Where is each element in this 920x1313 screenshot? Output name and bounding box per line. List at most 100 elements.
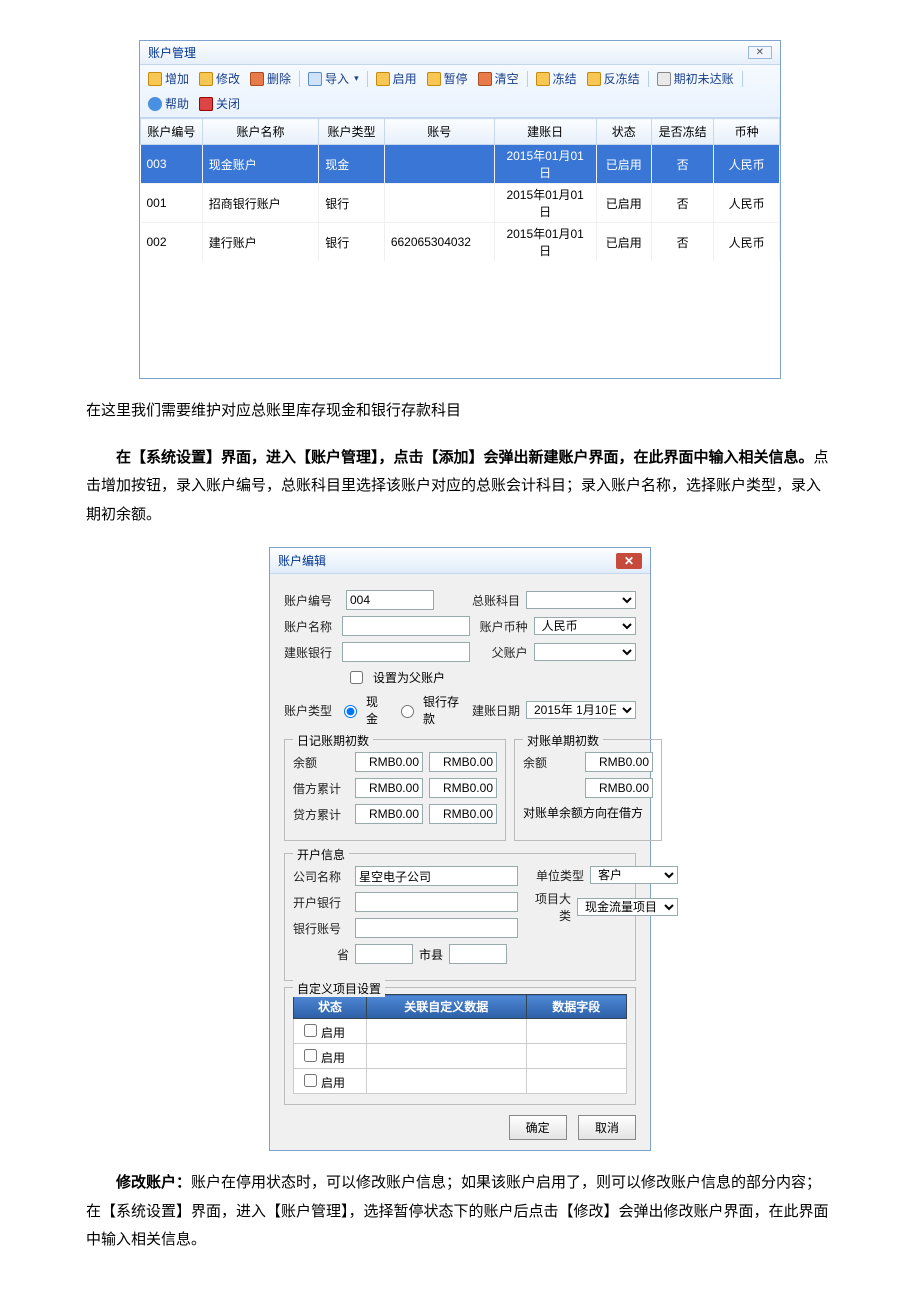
unit-type-select[interactable]: 客户 bbox=[590, 866, 678, 884]
journal-balance-input2[interactable] bbox=[429, 752, 497, 772]
enable-row-chk[interactable] bbox=[304, 1049, 317, 1062]
col-field-hdr: 数据字段 bbox=[526, 995, 626, 1019]
label-bank-acct: 银行账号 bbox=[293, 920, 349, 937]
group-journal: 日记账期初数 余额 借方累计 贷方累计 bbox=[284, 739, 506, 841]
table-row[interactable]: 003现金账户现金2015年01月01日已启用否人民币 bbox=[141, 145, 780, 184]
recon-balance-input[interactable] bbox=[585, 752, 653, 772]
recon-input2[interactable] bbox=[585, 778, 653, 798]
parent-select[interactable] bbox=[534, 643, 636, 661]
journal-credit-input2[interactable] bbox=[429, 804, 497, 824]
label-recon-side: 对账单余额方向在借方 bbox=[523, 804, 643, 821]
bank-acct-input[interactable] bbox=[355, 918, 518, 938]
pause-icon bbox=[427, 72, 441, 86]
group-journal-title: 日记账期初数 bbox=[293, 732, 373, 749]
label-type: 账户类型 bbox=[284, 702, 333, 719]
import-icon bbox=[308, 72, 322, 86]
toolbar-add-button[interactable]: 增加 bbox=[146, 69, 191, 88]
journal-debit-input2[interactable] bbox=[429, 778, 497, 798]
code-input[interactable] bbox=[346, 590, 434, 610]
label-open-bank: 开户银行 bbox=[293, 894, 349, 911]
para2-bold: 在【系统设置】界面，进入【账户管理】，点击【添加】会弹出新建账户界面，在此界面中… bbox=[116, 450, 814, 466]
dialog-button-row: 确定 取消 bbox=[284, 1115, 636, 1140]
custom-row[interactable]: 启用 bbox=[294, 1069, 627, 1094]
toolbar-pause-button[interactable]: 暂停 bbox=[425, 69, 470, 88]
toolbar-unfreeze-button[interactable]: 反冻结 bbox=[585, 69, 642, 88]
col-status[interactable]: 状态 bbox=[596, 119, 651, 145]
col-type[interactable]: 账户类型 bbox=[319, 119, 385, 145]
col-date[interactable]: 建账日 bbox=[494, 119, 596, 145]
cancel-button[interactable]: 取消 bbox=[578, 1115, 636, 1140]
custom-row[interactable]: 启用 bbox=[294, 1019, 627, 1044]
custom-row[interactable]: 启用 bbox=[294, 1044, 627, 1069]
delete-icon bbox=[250, 72, 264, 86]
toolbar-help-button[interactable]: 帮助 bbox=[146, 94, 191, 113]
label-currency: 账户币种 bbox=[476, 618, 528, 635]
toolbar-sep bbox=[742, 71, 743, 87]
custom-table: 状态 关联自定义数据 数据字段 启用 启用 启用 bbox=[293, 994, 627, 1094]
toolbar-freeze-button[interactable]: 冻结 bbox=[534, 69, 579, 88]
subject-select[interactable] bbox=[526, 591, 636, 609]
col-code[interactable]: 账户编号 bbox=[141, 119, 203, 145]
label-city: 市县 bbox=[419, 946, 443, 963]
help-icon bbox=[148, 97, 162, 111]
label-unit-type: 单位类型 bbox=[528, 867, 584, 884]
open-bank-input[interactable] bbox=[355, 892, 518, 912]
clear-icon bbox=[478, 72, 492, 86]
journal-credit-input[interactable] bbox=[355, 804, 423, 824]
name-input[interactable] bbox=[342, 616, 470, 636]
unfreeze-icon bbox=[587, 72, 601, 86]
enable-row-chk[interactable] bbox=[304, 1074, 317, 1087]
account-mgmt-window: 账户管理 ✕ 增加 修改 删除 导入▾ 启用 暂停 清空 冻结 反冻结 期初未达… bbox=[139, 40, 781, 379]
edit-icon bbox=[199, 72, 213, 86]
col-frozen[interactable]: 是否冻结 bbox=[652, 119, 714, 145]
bank-input[interactable] bbox=[342, 642, 470, 662]
grid-body: 账户编号 账户名称 账户类型 账号 建账日 状态 是否冻结 币种 003现金账户… bbox=[140, 118, 780, 378]
as-parent-checkbox[interactable] bbox=[350, 671, 363, 684]
enable-row-chk[interactable] bbox=[304, 1024, 317, 1037]
accounts-table[interactable]: 账户编号 账户名称 账户类型 账号 建账日 状态 是否冻结 币种 003现金账户… bbox=[140, 118, 780, 261]
toolbar-import-button[interactable]: 导入▾ bbox=[306, 69, 361, 88]
col-name[interactable]: 账户名称 bbox=[202, 119, 318, 145]
note-icon bbox=[657, 72, 671, 86]
toolbar-close-button[interactable]: 关闭 bbox=[197, 94, 242, 113]
radio-cash[interactable] bbox=[344, 705, 357, 718]
enable-icon bbox=[376, 72, 390, 86]
col-currency[interactable]: 币种 bbox=[714, 119, 780, 145]
paragraph-1: 在这里我们需要维护对应总账里库存现金和银行存款科目 bbox=[86, 397, 834, 426]
table-row[interactable]: 001招商银行账户银行2015年01月01日已启用否人民币 bbox=[141, 184, 780, 223]
label-as-parent: 设置为父账户 bbox=[373, 669, 445, 686]
table-row[interactable]: 002建行账户银行6620653040322015年01月01日已启用否人民币 bbox=[141, 223, 780, 262]
group-recon-title: 对账单期初数 bbox=[523, 732, 603, 749]
group-open-info: 开户信息 公司名称 开户银行 银行账号 省市县 单位类型客户 项目大类现金流量项… bbox=[284, 853, 636, 981]
dialog-titlebar: 账户编辑 ✕ bbox=[270, 548, 650, 574]
proj-cat-select[interactable]: 现金流量项目 bbox=[577, 898, 678, 916]
group-custom-title: 自定义项目设置 bbox=[293, 980, 385, 997]
toolbar-sep bbox=[299, 71, 300, 87]
dialog-close-button[interactable]: ✕ bbox=[616, 553, 642, 569]
journal-balance-input[interactable] bbox=[355, 752, 423, 772]
province-input[interactable] bbox=[355, 944, 413, 964]
add-icon bbox=[148, 72, 162, 86]
label-company: 公司名称 bbox=[293, 868, 349, 885]
journal-debit-input[interactable] bbox=[355, 778, 423, 798]
toolbar-init-unreached-button[interactable]: 期初未达账 bbox=[655, 69, 736, 88]
toolbar-edit-button[interactable]: 修改 bbox=[197, 69, 242, 88]
col-acctno[interactable]: 账号 bbox=[384, 119, 494, 145]
ok-button[interactable]: 确定 bbox=[509, 1115, 567, 1140]
date-select[interactable]: 2015年 1月10日 bbox=[526, 701, 636, 719]
toolbar-sep bbox=[367, 71, 368, 87]
radio-deposit[interactable] bbox=[401, 705, 414, 718]
label-name: 账户名称 bbox=[284, 618, 336, 635]
company-input[interactable] bbox=[355, 866, 518, 886]
window-close-button[interactable]: ✕ bbox=[748, 46, 772, 59]
col-link-hdr: 关联自定义数据 bbox=[367, 995, 527, 1019]
dialog-body: 账户编号 总账科目 账户名称 账户币种 人民币 建账银行 父账户 设置为父账户 … bbox=[270, 574, 650, 1150]
currency-select[interactable]: 人民币 bbox=[534, 617, 636, 635]
toolbar-delete-button[interactable]: 删除 bbox=[248, 69, 293, 88]
label-cash: 现金 bbox=[366, 693, 387, 727]
toolbar-clear-button[interactable]: 清空 bbox=[476, 69, 521, 88]
city-input[interactable] bbox=[449, 944, 507, 964]
label-proj-cat: 项目大类 bbox=[528, 890, 571, 924]
toolbar: 增加 修改 删除 导入▾ 启用 暂停 清空 冻结 反冻结 期初未达账 帮助 关闭 bbox=[140, 65, 780, 118]
toolbar-enable-button[interactable]: 启用 bbox=[374, 69, 419, 88]
